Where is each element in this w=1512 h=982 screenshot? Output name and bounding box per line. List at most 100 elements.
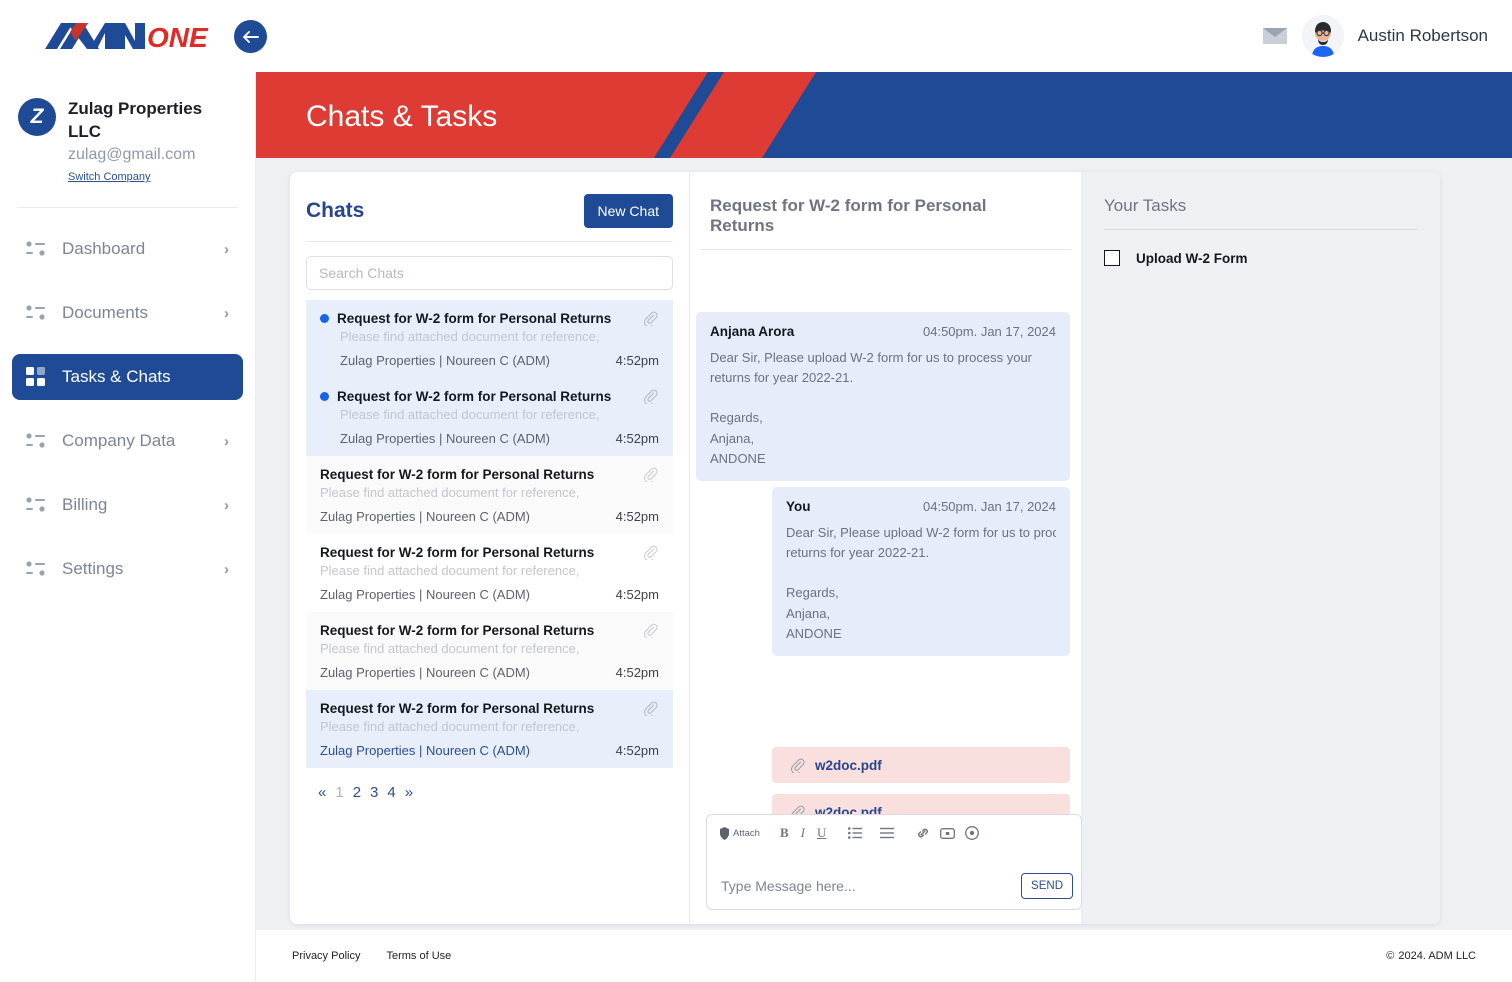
privacy-policy-link[interactable]: Privacy Policy bbox=[292, 950, 360, 962]
chat-meta: Zulag Properties | Noureen C (ADM) bbox=[320, 509, 530, 524]
chevron-right-icon: › bbox=[224, 561, 229, 578]
new-chat-button[interactable]: New Chat bbox=[584, 194, 673, 228]
pagination-last[interactable]: » bbox=[405, 784, 413, 801]
chat-list: Request for W-2 form for Personal Return… bbox=[306, 300, 673, 768]
message-composer: Attach B I U bbox=[706, 814, 1082, 910]
chat-subject: Request for W-2 form for Personal Return… bbox=[337, 311, 635, 326]
record-icon bbox=[965, 826, 979, 840]
sidebar-item-dashboard[interactable]: Dashboard › bbox=[12, 226, 243, 272]
thread-panel: Request for W-2 form for Personal Return… bbox=[690, 172, 1082, 924]
chat-subject: Request for W-2 form for Personal Return… bbox=[320, 701, 635, 716]
company-name: Zulag Properties LLC bbox=[68, 98, 237, 144]
thread-messages: Anjana Arora 04:50pm. Jan 17, 2024 Dear … bbox=[690, 250, 1081, 924]
chevron-right-icon: › bbox=[224, 241, 229, 258]
list-icon bbox=[26, 495, 46, 515]
ordered-list-icon bbox=[848, 827, 862, 839]
unordered-list-button[interactable] bbox=[880, 827, 894, 839]
company-avatar: Z bbox=[18, 98, 56, 136]
sidebar-item-company-data[interactable]: Company Data › bbox=[12, 418, 243, 464]
chat-subject: Request for W-2 form for Personal Return… bbox=[320, 467, 635, 482]
chat-time: 4:52pm bbox=[616, 509, 659, 524]
back-button[interactable] bbox=[234, 20, 267, 53]
chat-preview: Please find attached document for refere… bbox=[308, 560, 671, 578]
copyright-icon: © bbox=[1386, 950, 1394, 962]
list-icon bbox=[26, 559, 46, 579]
paperclip-icon bbox=[643, 545, 659, 560]
attach-button[interactable]: Attach bbox=[719, 827, 760, 840]
task-label: Upload W-2 Form bbox=[1136, 251, 1247, 266]
unread-dot-icon bbox=[320, 314, 329, 323]
chat-subject: Request for W-2 form for Personal Return… bbox=[337, 389, 635, 404]
list-icon bbox=[26, 303, 46, 323]
message-sender: Anjana Arora bbox=[710, 324, 794, 339]
pagination-page-1[interactable]: 1 bbox=[335, 784, 343, 801]
avatar[interactable] bbox=[1302, 15, 1344, 57]
chat-time: 4:52pm bbox=[616, 353, 659, 368]
task-checkbox[interactable] bbox=[1104, 250, 1120, 266]
sidebar-item-label: Company Data bbox=[62, 431, 208, 451]
copyright: © 2024. ADM LLC bbox=[1386, 950, 1476, 962]
composer-input-row: SEND bbox=[707, 863, 1081, 909]
composer-toolbar: Attach B I U bbox=[707, 815, 1081, 841]
sidebar-item-label: Tasks & Chats bbox=[62, 367, 213, 387]
pagination-first[interactable]: « bbox=[318, 784, 326, 801]
attachment-name: w2doc.pdf bbox=[815, 758, 882, 773]
top-bar-right: Austin Robertson bbox=[1262, 15, 1512, 57]
chat-list-item[interactable]: Request for W-2 form for Personal Return… bbox=[306, 378, 673, 456]
page-title: Chats & Tasks bbox=[306, 100, 497, 134]
chat-meta: Zulag Properties | Noureen C (ADM) bbox=[320, 665, 530, 680]
unordered-list-icon bbox=[880, 827, 894, 839]
chat-list-item[interactable]: Request for W-2 form for Personal Return… bbox=[306, 534, 673, 612]
sidebar-item-label: Billing bbox=[62, 495, 208, 515]
terms-of-use-link[interactable]: Terms of Use bbox=[386, 950, 451, 962]
sidebar-item-label: Dashboard bbox=[62, 239, 208, 259]
chat-time: 4:52pm bbox=[616, 587, 659, 602]
chats-title: Chats bbox=[306, 199, 364, 223]
pagination: « 1 2 3 4 » bbox=[306, 768, 673, 817]
unread-dot-icon bbox=[320, 392, 329, 401]
chat-meta: Zulag Properties | Noureen C (ADM) bbox=[340, 353, 550, 368]
user-name: Austin Robertson bbox=[1358, 26, 1488, 46]
message-input[interactable] bbox=[721, 878, 1021, 894]
sidebar-item-documents[interactable]: Documents › bbox=[12, 290, 243, 336]
chat-list-item[interactable]: Request for W-2 form for Personal Return… bbox=[306, 300, 673, 378]
chat-list-item-selected[interactable]: Request for W-2 form for Personal Return… bbox=[306, 690, 673, 768]
main-content: Chats New Chat Request for W-2 form for … bbox=[256, 158, 1512, 930]
video-button[interactable] bbox=[940, 827, 955, 840]
brand-logo[interactable]: ONE bbox=[0, 0, 256, 72]
arrow-left-icon bbox=[242, 30, 259, 44]
chat-preview: Please find attached document for refere… bbox=[308, 404, 671, 422]
paperclip-icon bbox=[643, 701, 659, 716]
link-button[interactable] bbox=[916, 826, 930, 840]
chevron-right-icon: › bbox=[224, 433, 229, 450]
send-button[interactable]: SEND bbox=[1021, 873, 1073, 899]
pagination-page-3[interactable]: 3 bbox=[370, 784, 378, 801]
sidebar-item-label: Settings bbox=[62, 559, 208, 579]
bold-button[interactable]: B bbox=[780, 825, 789, 841]
search-input[interactable] bbox=[306, 256, 673, 290]
mail-icon[interactable] bbox=[1262, 27, 1288, 45]
paperclip-icon bbox=[643, 623, 659, 638]
pagination-page-4[interactable]: 4 bbox=[387, 784, 395, 801]
sidebar-item-tasks-chats[interactable]: Tasks & Chats bbox=[12, 354, 243, 400]
chat-time: 4:52pm bbox=[616, 665, 659, 680]
record-button[interactable] bbox=[965, 826, 979, 840]
chat-list-item[interactable]: Request for W-2 form for Personal Return… bbox=[306, 612, 673, 690]
copyright-text: 2024. ADM LLC bbox=[1398, 950, 1476, 962]
pagination-page-2[interactable]: 2 bbox=[353, 784, 361, 801]
chat-meta: Zulag Properties | Noureen C (ADM) bbox=[340, 431, 550, 446]
sidebar-item-settings[interactable]: Settings › bbox=[12, 546, 243, 592]
paperclip-icon bbox=[643, 311, 659, 326]
italic-button[interactable]: I bbox=[801, 825, 805, 841]
paperclip-icon bbox=[643, 389, 659, 404]
message-bubble-incoming: Anjana Arora 04:50pm. Jan 17, 2024 Dear … bbox=[696, 312, 1070, 481]
ordered-list-button[interactable] bbox=[848, 827, 862, 839]
chat-list-item[interactable]: Request for W-2 form for Personal Return… bbox=[306, 456, 673, 534]
sidebar-item-billing[interactable]: Billing › bbox=[12, 482, 243, 528]
underline-button[interactable]: U bbox=[817, 825, 826, 841]
sidebar-item-label: Documents bbox=[62, 303, 208, 323]
task-item[interactable]: Upload W-2 Form bbox=[1104, 230, 1418, 266]
company-email: zulag@gmail.com bbox=[68, 144, 237, 166]
attachment-item[interactable]: w2doc.pdf bbox=[772, 747, 1070, 783]
switch-company-link[interactable]: Switch Company bbox=[68, 171, 151, 183]
